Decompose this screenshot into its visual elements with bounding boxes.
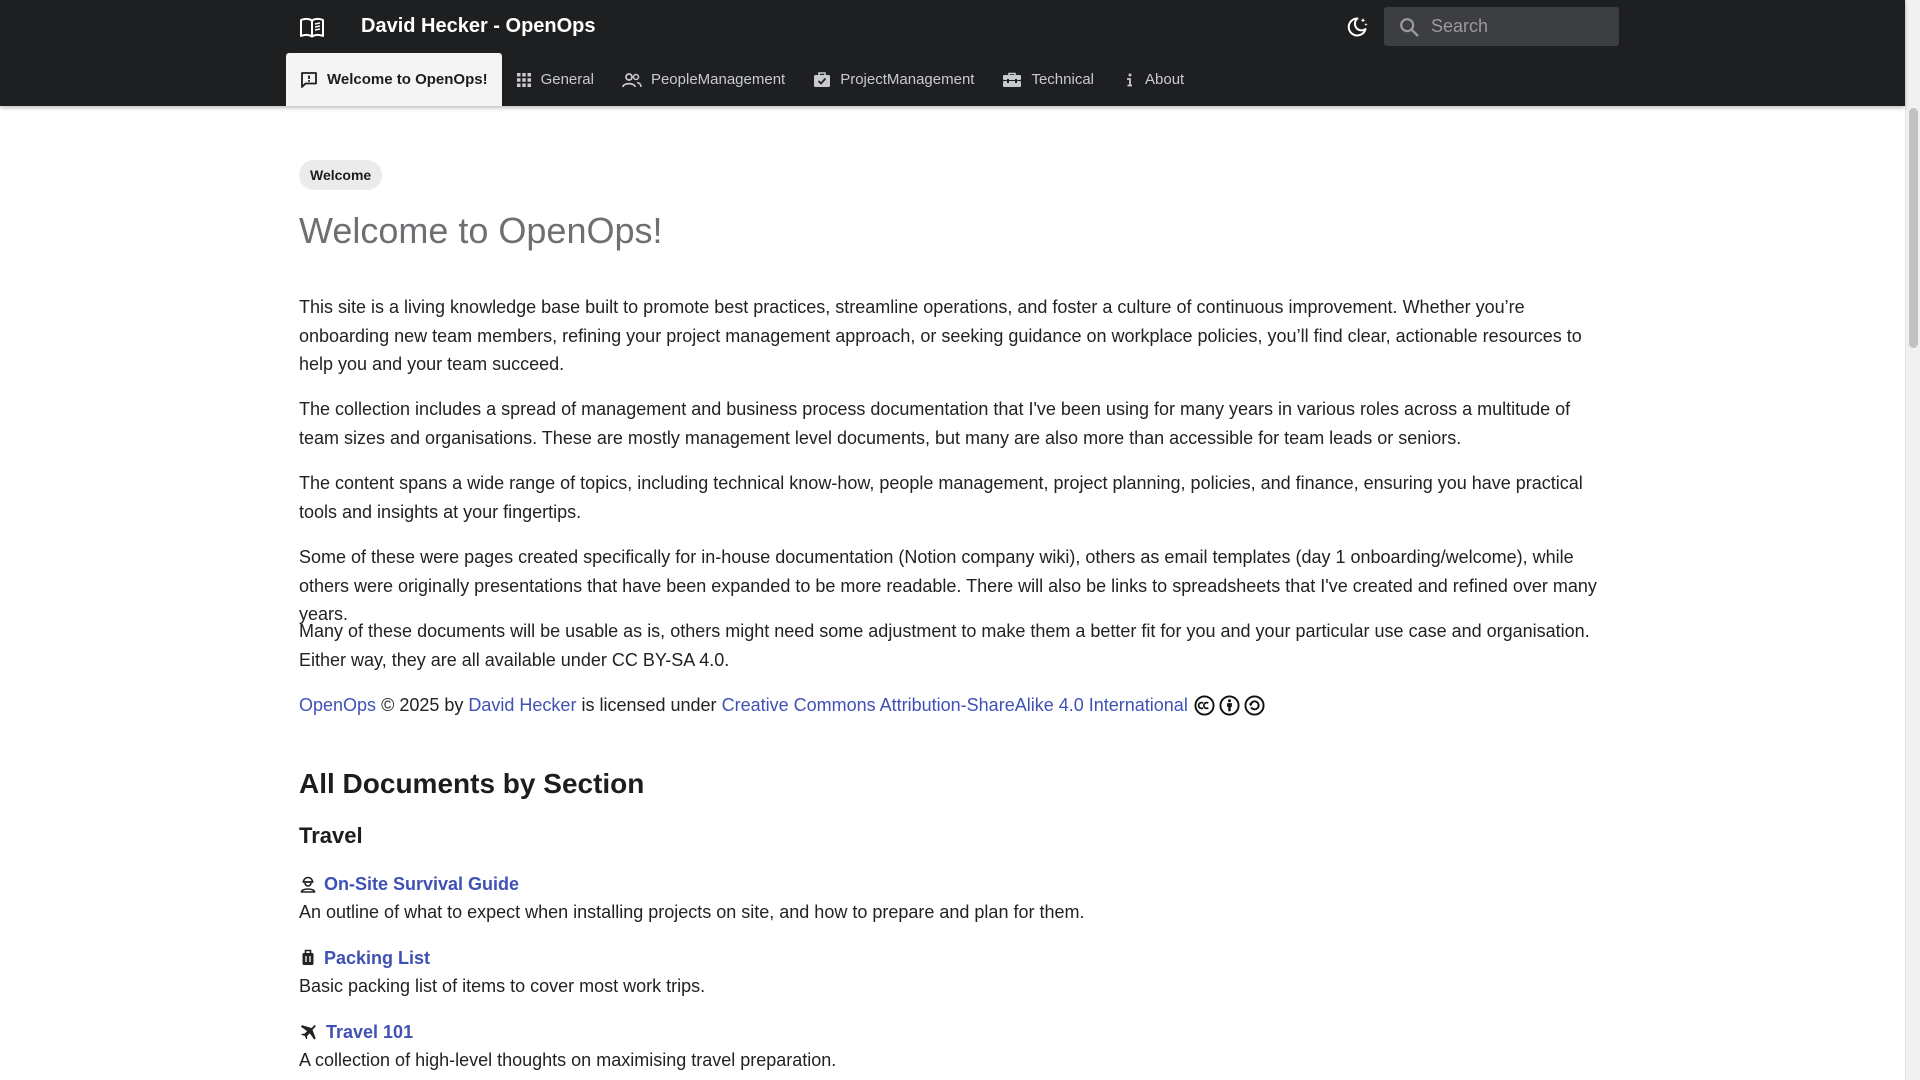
license-line: OpenOps © 2025 by David Hecker is licens…	[299, 691, 1265, 719]
search-input[interactable]	[1431, 7, 1611, 46]
briefcase-check-icon	[814, 71, 831, 87]
search-box[interactable]	[1384, 7, 1619, 46]
tab-people-management[interactable]: PeopleManagement	[608, 53, 799, 106]
section-title-travel: Travel	[299, 823, 363, 848]
license-icons	[1194, 694, 1265, 716]
sa-icon	[1244, 694, 1265, 716]
tab-about[interactable]: About	[1108, 53, 1198, 106]
license-link[interactable]: Creative Commons Attribution-ShareAlike …	[722, 691, 1188, 719]
tab-welcome[interactable]: Welcome to OpenOps!	[286, 53, 502, 106]
tab-general[interactable]: General	[502, 53, 608, 106]
tab-label: Technical	[1031, 71, 1095, 88]
tab-technical[interactable]: Technical	[988, 53, 1108, 106]
site-link[interactable]: OpenOps	[299, 691, 376, 719]
by-icon	[1219, 694, 1240, 716]
tab-label: General	[540, 71, 594, 88]
doc-item: Travel 101 A collection of high-level th…	[299, 1018, 1499, 1074]
doc-link-packing-list[interactable]: Packing List	[324, 944, 430, 972]
people-icon	[622, 72, 642, 87]
topics-paragraph: The content spans a wide range of topics…	[299, 473, 1583, 522]
tab-label: About	[1145, 71, 1185, 88]
page-title: Welcome to OpenOps!	[299, 210, 663, 251]
doc-item: On-Site Survival Guide An outline of wha…	[299, 870, 1499, 926]
doc-description: Basic packing list of items to cover mos…	[299, 976, 706, 996]
section-heading: All Documents by Section	[299, 768, 645, 799]
tab-bar: Welcome to OpenOps! General PeopleManage…	[286, 53, 1198, 106]
luggage-icon	[302, 949, 314, 965]
cc-icon	[1194, 694, 1215, 716]
breadcrumb[interactable]: Welcome	[299, 160, 383, 190]
comment-icon	[301, 71, 317, 88]
search-icon	[1400, 18, 1419, 37]
licensed-text: is licensed under	[581, 695, 717, 715]
worker-icon	[300, 876, 316, 893]
doc-description: A collection of high-level thoughts on m…	[299, 1050, 837, 1070]
apps-grid-icon	[516, 72, 531, 87]
doc-item: Packing List Basic packing list of items…	[299, 944, 1499, 1000]
origins-paragraph: Some of these were pages created specifi…	[299, 547, 1597, 624]
intro-paragraph: This site is a living knowledge base bui…	[299, 297, 1582, 374]
usage-paragraph: Many of these documents will be usable a…	[299, 621, 1590, 670]
tab-label: PeopleManagement	[650, 71, 786, 88]
tab-label: ProjectManagement	[840, 71, 975, 88]
copyright-text: © 2025 by	[381, 695, 464, 715]
info-icon	[1127, 73, 1133, 86]
doc-description: An outline of what to expect when instal…	[299, 902, 1085, 922]
site-title[interactable]: David Hecker - OpenOps	[361, 14, 596, 38]
scrollbar-thumb[interactable]	[1909, 108, 1918, 348]
dark-mode-moon-icon[interactable]	[1342, 12, 1372, 42]
doc-link-travel-101[interactable]: Travel 101	[326, 1018, 413, 1046]
page-scrollbar[interactable]	[1905, 0, 1920, 1080]
tab-project-management[interactable]: ProjectManagement	[799, 53, 988, 106]
book-open-icon[interactable]	[296, 12, 328, 44]
author-link[interactable]: David Hecker	[468, 691, 576, 719]
doc-link-on-site-survival-guide[interactable]: On-Site Survival Guide	[324, 870, 519, 898]
top-header: David Hecker - OpenOps Welcome to OpenOp…	[0, 0, 1905, 106]
tab-label: Welcome to OpenOps!	[327, 71, 488, 88]
collection-paragraph: The collection includes a spread of mana…	[299, 399, 1571, 448]
flight-icon	[300, 1025, 316, 1040]
toolbox-icon	[1003, 72, 1022, 87]
